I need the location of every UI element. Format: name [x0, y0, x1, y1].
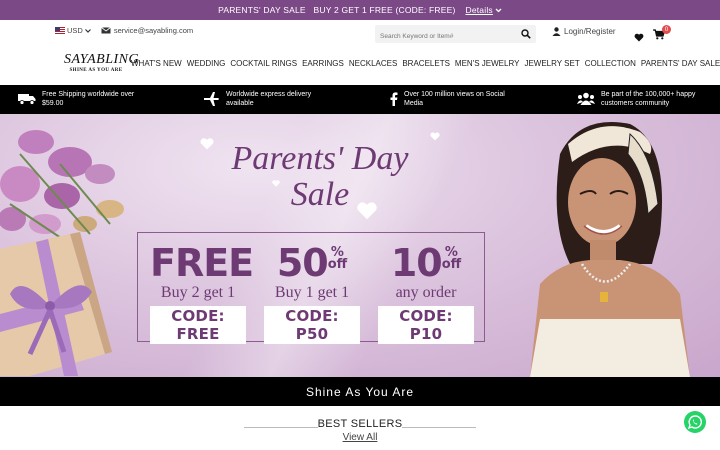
email-text: service@sayabling.com [113, 26, 194, 35]
email-link[interactable]: service@sayabling.com [101, 26, 193, 35]
search-button[interactable] [516, 25, 536, 43]
offer-50-off: 50% off Buy 1 get 1 CODE: P50 [264, 243, 360, 344]
nav-item-jewelry-set[interactable]: JEWELRY SET [524, 59, 579, 68]
offer-value: 10 [390, 241, 443, 285]
whatsapp-chat-button[interactable] [684, 411, 706, 433]
feature-text: Free Shipping worldwide over $59.00 [42, 91, 135, 107]
offer-off-suffix: % off [327, 245, 348, 272]
hero-title-line-1: Parents' Day [231, 140, 409, 177]
offer-10-off: 10% off any order CODE: P10 [378, 243, 474, 344]
whatsapp-icon [688, 415, 702, 429]
divider-left [244, 427, 318, 428]
nav-item-mens-jewelry[interactable]: MEN'S JEWELRY [455, 59, 520, 68]
cart-count-badge: 0 [662, 25, 671, 34]
features-strip: Free Shipping worldwide over $59.00 Worl… [0, 85, 720, 114]
offer-code: CODE: P10 [378, 306, 474, 344]
currency-label: USD [67, 26, 83, 35]
offer-headline: 10% off [378, 243, 474, 283]
main-navigation: SAYABLING SHINE AS YOU ARE WHAT'S NEW WE… [0, 50, 720, 82]
feature-express-delivery: Worldwide express delivery available [204, 90, 329, 108]
airplane-icon [204, 92, 220, 106]
search-input[interactable] [375, 27, 515, 46]
offer-headline: 50% off [264, 243, 360, 283]
promo-details-link[interactable]: Details [465, 5, 502, 15]
hero-title-line-2: Sale [290, 176, 350, 213]
facebook-icon [390, 92, 398, 106]
logo-wordmark: SAYABLING [64, 52, 140, 67]
feature-community: Be part of the 100,000+ happy customers … [577, 90, 707, 108]
offer-code: CODE: P50 [264, 306, 360, 344]
user-icon [552, 27, 561, 36]
nav-item-whats-new[interactable]: WHAT'S NEW [131, 59, 182, 68]
search-box [375, 25, 536, 46]
truck-icon [18, 93, 36, 105]
login-link[interactable]: Login/Register [552, 27, 616, 36]
offer-code: CODE: FREE [150, 306, 246, 344]
divider-right [402, 427, 476, 428]
lilac-flowers [0, 130, 124, 245]
nav-item-cocktail-rings[interactable]: COCKTAIL RINGS [230, 59, 297, 68]
chevron-down-icon [84, 28, 91, 33]
tagline-text: Shine As You Are [305, 384, 415, 399]
wishlist-button[interactable] [634, 29, 644, 47]
model-photo [530, 122, 690, 377]
offers-box: FREE Buy 2 get 1 CODE: FREE 50% off Buy … [137, 232, 485, 344]
brand-logo[interactable]: SAYABLING SHINE AS YOU ARE [64, 52, 140, 80]
tagline-bar: Shine As You Are [0, 377, 720, 406]
offer-description: any order [395, 284, 457, 301]
flowers-gift-illustration [0, 130, 124, 376]
feature-text: Be part of the 100,000+ happy customers … [601, 91, 696, 107]
best-sellers-title: BEST SELLERS [317, 418, 403, 430]
nav-item-bracelets[interactable]: BRACELETS [402, 59, 450, 68]
offer-description: Buy 1 get 1 [274, 284, 350, 301]
offer-value: 50 [276, 241, 329, 285]
nav-menu: WHAT'S NEW WEDDING COCKTAIL RINGS EARRIN… [131, 59, 720, 68]
feature-free-shipping: Free Shipping worldwide over $59.00 [18, 90, 148, 108]
nav-item-necklaces[interactable]: NECKLACES [349, 59, 397, 68]
promo-details-label: Details [465, 5, 493, 15]
login-label: Login/Register [564, 27, 616, 36]
us-flag-icon [55, 27, 65, 34]
chevron-down-icon [495, 8, 502, 12]
utility-bar: USD service@sayabling.com Login/Register… [0, 20, 720, 46]
gift-box [0, 232, 112, 376]
best-sellers-header: BEST SELLERS View All [244, 418, 476, 443]
offer-free: FREE Buy 2 get 1 CODE: FREE [150, 243, 254, 344]
offer-value: FREE [150, 241, 254, 285]
community-icon [577, 92, 595, 106]
nav-item-wedding[interactable]: WEDDING [187, 59, 226, 68]
logo-slogan: SHINE AS YOU ARE [69, 68, 123, 73]
offer-description: Buy 2 get 1 [160, 284, 236, 301]
offer-headline: FREE [150, 243, 254, 283]
utility-left: USD service@sayabling.com [55, 26, 193, 35]
hero-banner[interactable]: Parents' Day Sale FREE Buy 2 get 1 CODE:… [0, 114, 720, 377]
offer-off-suffix: % off [441, 245, 462, 272]
search-icon [521, 29, 531, 39]
heart-icon [634, 33, 644, 42]
nav-item-collection[interactable]: COLLECTION [585, 59, 636, 68]
promo-text: PARENTS' DAY SALE BUY 2 GET 1 FREE (CODE… [218, 5, 456, 15]
feature-social-media: Over 100 million views on Social Media [390, 90, 520, 108]
cart-button[interactable]: 0 [653, 25, 671, 45]
nav-item-earrings[interactable]: EARRINGS [302, 59, 344, 68]
nav-item-parents-day-sale[interactable]: PARENTS' DAY SALE [641, 59, 720, 68]
currency-selector[interactable]: USD [55, 26, 91, 35]
feature-text: Over 100 million views on Social Media [404, 91, 505, 107]
mail-icon [101, 27, 111, 34]
promo-bar: PARENTS' DAY SALE BUY 2 GET 1 FREE (CODE… [0, 0, 720, 20]
feature-text: Worldwide express delivery available [226, 91, 312, 107]
hero-title: Parents' Day Sale [205, 142, 435, 214]
view-all-link[interactable]: View All [244, 432, 476, 443]
heart-decoration-icon [430, 132, 440, 141]
